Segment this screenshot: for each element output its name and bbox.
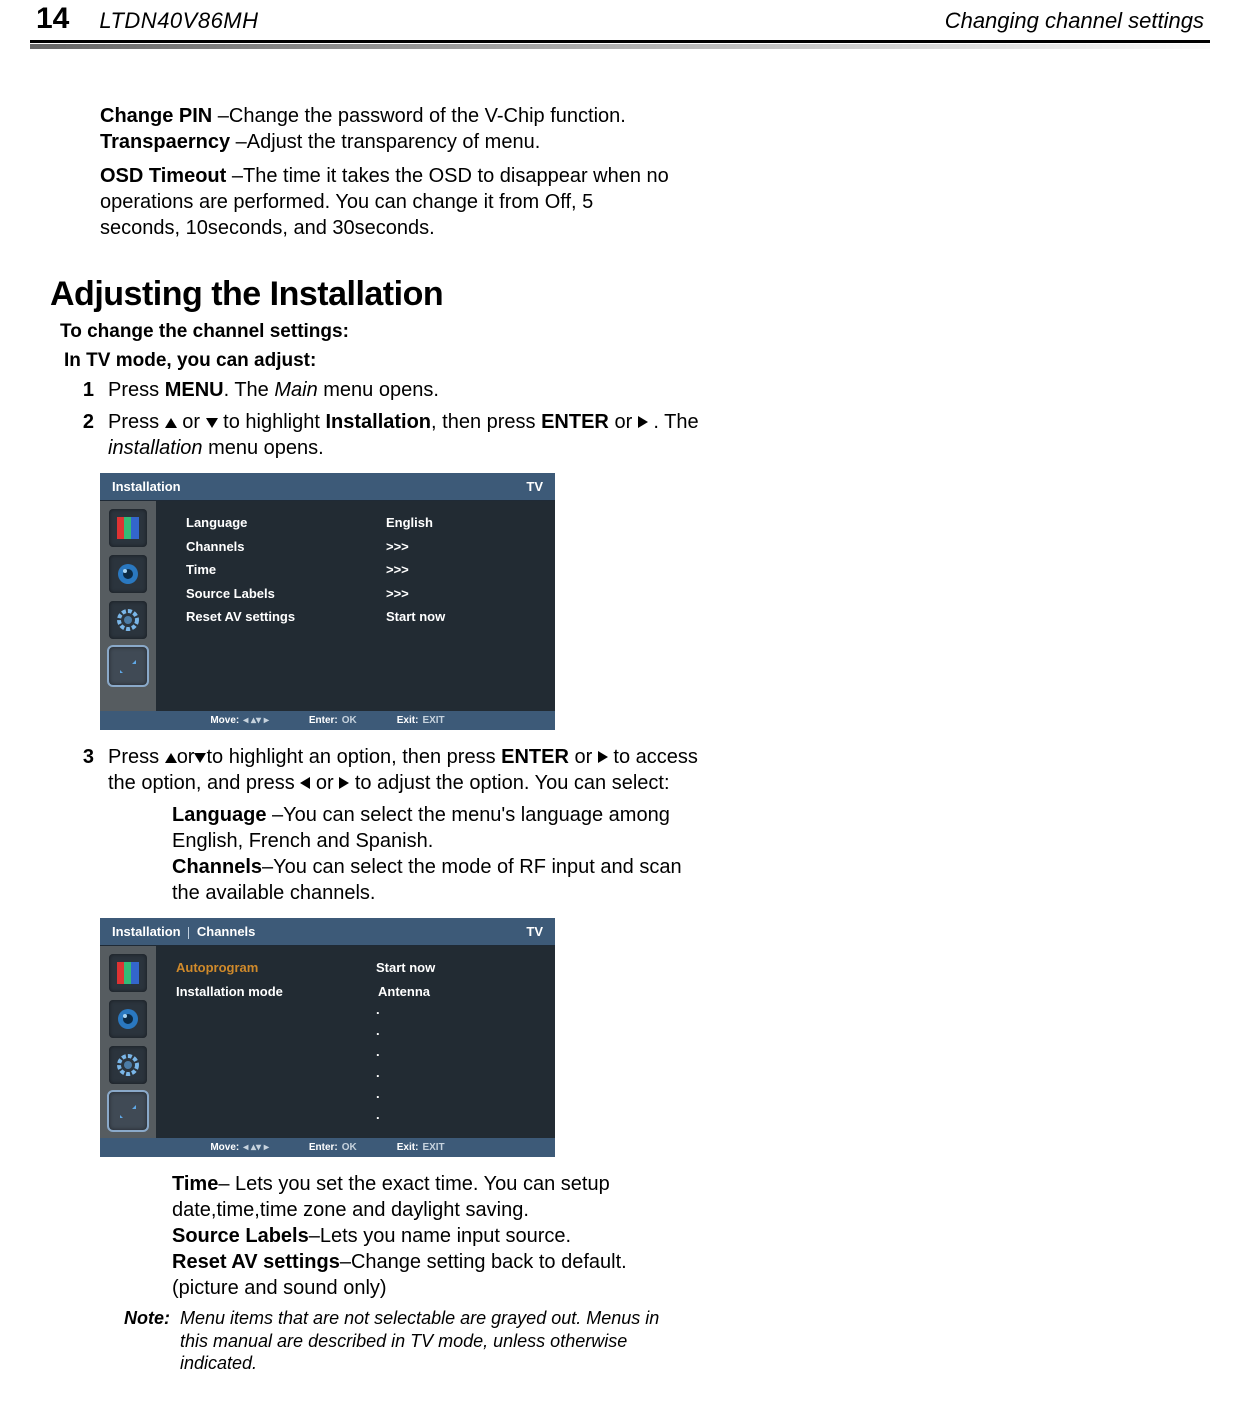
- top-header-left: 14 LTDN40V86MH: [30, 4, 259, 34]
- step-3-text: Press orto highlight an option, then pre…: [108, 744, 730, 796]
- transparency-label: Transpaerncy: [100, 131, 230, 153]
- note-text: Menu items that are not selectable are g…: [180, 1307, 684, 1375]
- steps-list: 1 Press MENU. The Main menu opens. 2 Pre…: [100, 377, 1210, 1375]
- sound-menu-icon: [109, 1000, 147, 1038]
- content-column: Change PIN –Change the password of the V…: [30, 43, 1210, 1375]
- page-number: 14: [36, 4, 69, 34]
- osd-channels: Installation Channels TV: [100, 918, 1210, 1157]
- sound-menu-icon: [109, 555, 147, 593]
- osd-main: LanguageEnglish Channels>>> Time>>> Sour…: [156, 501, 555, 711]
- installation-menu-icon: [109, 647, 147, 685]
- osd-footer-enter: Enter:OK: [309, 715, 357, 726]
- osd-row-autoprogram: AutoprogramStart now: [176, 956, 539, 979]
- settings-menu-icon: [109, 601, 147, 639]
- osd-footer-exit: Exit:EXIT: [397, 1142, 445, 1153]
- step-2-text: Press or to highlight Installation, then…: [108, 409, 700, 461]
- osd-timeout-label: OSD Timeout: [100, 165, 226, 187]
- note-label: Note:: [124, 1307, 170, 1375]
- osd-row-language: LanguageEnglish: [186, 511, 539, 534]
- step-1: 1 Press MENU. The Main menu opens.: [100, 377, 700, 403]
- option-channels-label: Channels: [172, 856, 262, 878]
- chapter-title: Changing channel settings: [945, 8, 1210, 34]
- change-pin-text: –Change the password of the V-Chip funct…: [212, 105, 626, 127]
- option-source-label: Source Labels: [172, 1225, 309, 1247]
- osd-footer-move: Move:◂ ▴▾ ▸: [210, 1142, 269, 1153]
- osd-main: AutoprogramStart now Installation modeAn…: [156, 946, 555, 1138]
- option-time: Time– Lets you set the exact time. You c…: [172, 1171, 692, 1223]
- osd-title: Installation: [112, 479, 181, 494]
- osd-footer: Move:◂ ▴▾ ▸ Enter:OK Exit:EXIT: [100, 1138, 555, 1157]
- osd-mode: TV: [526, 479, 543, 494]
- option-reset-label: Reset AV settings: [172, 1251, 340, 1273]
- option-channels: Channels–You can select the mode of RF i…: [172, 854, 692, 906]
- osd-dots: ......: [176, 1003, 539, 1121]
- left-arrow-icon: [300, 777, 310, 789]
- step-3: 3 Press orto highlight an option, then p…: [100, 744, 730, 796]
- option-language-label: Language: [172, 804, 266, 826]
- osd-body: AutoprogramStart now Installation modeAn…: [100, 946, 555, 1138]
- option-time-label: Time: [172, 1173, 218, 1195]
- osd-row-time: Time>>>: [186, 558, 539, 581]
- picture-menu-icon: [109, 509, 147, 547]
- osd-title-bar: Installation TV: [100, 473, 555, 501]
- note: Note: Menu items that are not selectable…: [124, 1307, 684, 1375]
- down-arrow-icon: [194, 753, 206, 763]
- osd-body: LanguageEnglish Channels>>> Time>>> Sour…: [100, 501, 555, 711]
- option-reset-av: Reset AV settings–Change setting back to…: [172, 1249, 692, 1301]
- page: 14 LTDN40V86MH Changing channel settings…: [0, 0, 1240, 1415]
- intro-osd-timeout: OSD Timeout –The time it takes the OSD t…: [100, 163, 670, 241]
- option-time-text: – Lets you set the exact time. You can s…: [172, 1173, 610, 1221]
- sub-line-1: To change the channel settings:: [60, 320, 1210, 345]
- osd-footer-enter: Enter:OK: [309, 1142, 357, 1153]
- picture-menu-icon: [109, 954, 147, 992]
- intro-transparency: Transpaerncy –Adjust the transparency of…: [100, 129, 670, 155]
- osd-sidebar: [100, 501, 156, 711]
- up-arrow-icon: [165, 418, 177, 428]
- option-source-text: –Lets you name input source.: [309, 1225, 571, 1247]
- osd-footer-exit: Exit:EXIT: [397, 715, 445, 726]
- osd-footer: Move:◂ ▴▾ ▸ Enter:OK Exit:EXIT: [100, 711, 555, 730]
- sub-line-2: In TV mode, you can adjust:: [64, 349, 1210, 374]
- intro-change-pin: Change PIN –Change the password of the V…: [100, 103, 670, 129]
- section-heading: Adjusting the Installation: [50, 275, 1210, 314]
- step-number: 2: [72, 409, 94, 461]
- step-1-text: Press MENU. The Main menu opens.: [108, 377, 439, 403]
- osd-panel: Installation TV LanguageEnglish Channel: [100, 473, 555, 730]
- osd-title-bar: Installation Channels TV: [100, 918, 555, 946]
- osd-breadcrumb: Installation Channels: [112, 924, 255, 939]
- right-arrow-icon: [598, 751, 608, 763]
- osd-panel: Installation Channels TV: [100, 918, 555, 1157]
- osd-row-reset-av: Reset AV settingsStart now: [186, 605, 539, 628]
- osd-sidebar: [100, 946, 156, 1138]
- down-arrow-icon: [206, 418, 218, 428]
- osd-row-source-labels: Source Labels>>>: [186, 582, 539, 605]
- option-language: Language –You can select the menu's lang…: [172, 802, 692, 854]
- osd-row-install-mode: Installation modeAntenna: [176, 980, 539, 1003]
- step-number: 1: [72, 377, 94, 403]
- osd-row-channels: Channels>>>: [186, 535, 539, 558]
- model-name: LTDN40V86MH: [99, 8, 258, 34]
- divider-icon: [188, 927, 189, 939]
- change-pin-label: Change PIN: [100, 105, 212, 127]
- right-arrow-icon: [339, 777, 349, 789]
- right-arrow-icon: [638, 416, 648, 428]
- osd-footer-move: Move:◂ ▴▾ ▸: [210, 715, 269, 726]
- option-source-labels: Source Labels–Lets you name input source…: [172, 1223, 692, 1249]
- osd-mode: TV: [526, 924, 543, 939]
- top-header: 14 LTDN40V86MH Changing channel settings: [30, 0, 1210, 43]
- settings-menu-icon: [109, 1046, 147, 1084]
- up-arrow-icon: [165, 753, 177, 763]
- transparency-text: –Adjust the transparency of menu.: [230, 131, 540, 153]
- osd-installation: Installation TV LanguageEnglish Channel: [100, 473, 1210, 730]
- step-2: 2 Press or to highlight Installation, th…: [100, 409, 700, 461]
- step-number: 3: [72, 744, 94, 796]
- installation-menu-icon: [109, 1092, 147, 1130]
- osd-row-install-mode-value: Antenna: [376, 980, 430, 1003]
